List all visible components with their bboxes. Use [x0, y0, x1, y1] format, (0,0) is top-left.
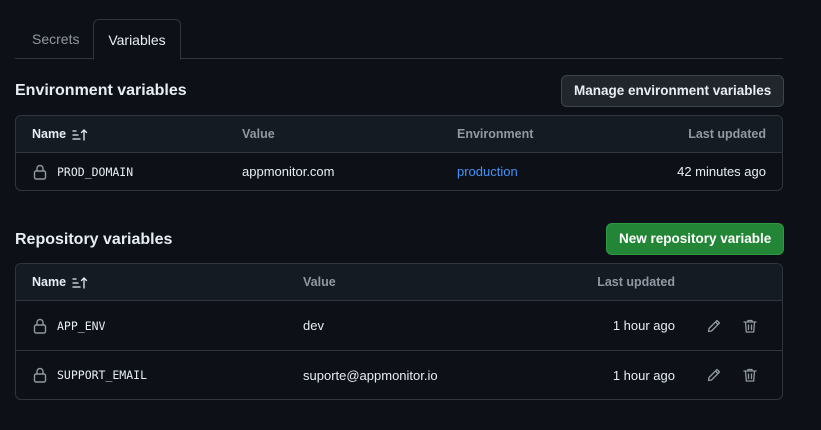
new-repository-variable-button[interactable]: New repository variable — [606, 223, 785, 255]
value-column-header: Value — [303, 275, 336, 289]
trash-icon — [743, 368, 757, 382]
tab-variables[interactable]: Variables — [93, 19, 181, 60]
pencil-icon — [707, 319, 721, 332]
sort-ascending-icon — [72, 276, 88, 289]
delete-variable-button[interactable] — [740, 365, 760, 385]
pencil-icon — [707, 368, 721, 382]
environment-variables-title: Environment variables — [15, 82, 187, 99]
edit-variable-button[interactable] — [704, 365, 724, 385]
table-header: Name Value Last updated — [16, 264, 782, 301]
trash-icon — [743, 319, 757, 333]
variable-name-cell: PROD_DOMAIN — [33, 153, 133, 190]
variable-name: PROD_DOMAIN — [57, 164, 134, 179]
table-row: SUPPORT_EMAIL suporte@appmonitor.io 1 ho… — [16, 350, 782, 399]
name-column-header[interactable]: Name — [32, 264, 88, 301]
environment-link[interactable]: production — [457, 164, 518, 179]
table-row: APP_ENV dev 1 hour ago — [16, 301, 782, 350]
name-column-header[interactable]: Name — [32, 116, 88, 153]
edit-variable-button[interactable] — [704, 316, 724, 336]
sort-ascending-icon — [72, 128, 88, 141]
environment-variables-table: Name Value Environment Last updated PROD… — [15, 115, 783, 191]
table-row: PROD_DOMAIN appmonitor.com production 42… — [16, 153, 782, 190]
name-header-label: Name — [32, 127, 67, 141]
environment-column-header: Environment — [457, 127, 534, 141]
last-updated-value: 42 minutes ago — [677, 164, 766, 179]
name-header-label: Name — [32, 275, 67, 289]
last-updated-value: 1 hour ago — [612, 318, 675, 333]
last-updated-value: 1 hour ago — [612, 367, 675, 383]
repository-variables-table: Name Value Last updated APP_ENV dev 1 ho… — [15, 263, 783, 400]
delete-variable-button[interactable] — [740, 316, 760, 336]
variable-name: SUPPORT_EMAIL — [57, 368, 148, 382]
variable-value: appmonitor.com — [242, 164, 335, 179]
repository-variables-title: Repository variables — [15, 231, 173, 248]
manage-environment-variables-button[interactable]: Manage environment variables — [561, 75, 785, 107]
lock-icon — [33, 367, 47, 383]
tab-bar: Secrets Variables — [15, 19, 783, 60]
table-header: Name Value Environment Last updated — [16, 116, 782, 153]
last-updated-column-header: Last updated — [688, 127, 766, 141]
tab-secrets[interactable]: Secrets — [32, 19, 79, 59]
environment-cell: production — [457, 153, 518, 190]
variable-value: dev — [303, 318, 324, 333]
variable-name-cell: APP_ENV — [33, 301, 105, 350]
last-updated-column-header: Last updated — [597, 275, 675, 289]
variable-name-cell: SUPPORT_EMAIL — [33, 351, 147, 399]
variable-value: suporte@appmonitor.io — [303, 367, 438, 383]
value-column-header: Value — [242, 127, 275, 141]
lock-icon — [33, 318, 47, 334]
variable-name: APP_ENV — [57, 318, 106, 333]
lock-icon — [33, 164, 47, 180]
